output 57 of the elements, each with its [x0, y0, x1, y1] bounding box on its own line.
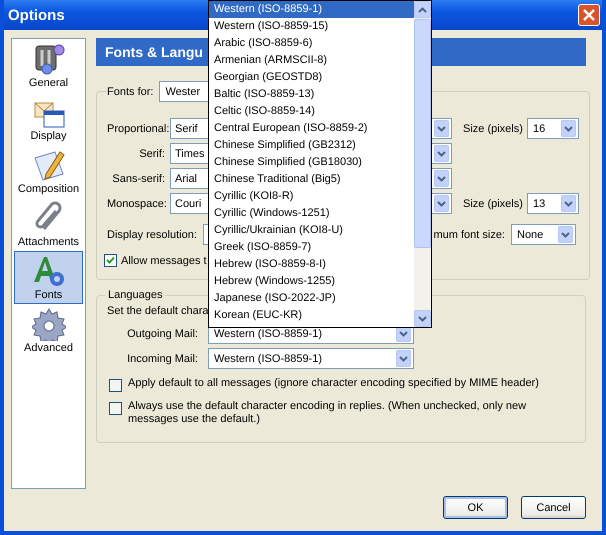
dropdown-option[interactable]: Korean (EUC-KR) [209, 307, 414, 324]
mail-encoding-label: Incoming Mail: [126, 352, 198, 364]
scrollbar[interactable] [414, 1, 431, 327]
font-type-label: Serif: [138, 148, 165, 160]
dropdown-option[interactable]: Celtic (ISO-8859-14) [209, 103, 414, 120]
checkbox-label: Apply default to all messages (ignore character encoding specified by MIME header) [128, 377, 539, 390]
mail-encoding-label: Outgoing Mail: [126, 328, 198, 340]
window-title: Options [8, 6, 65, 24]
display-resolution-label: Display resolution: [107, 228, 197, 240]
close-icon [583, 9, 595, 21]
dropdown-option[interactable]: Chinese Traditional (Big5) [209, 171, 414, 188]
checkbox-label: Always use the default character encoding in replies. (When unchecked, only new messages use the default.) [128, 400, 528, 426]
checkbox-label: Allow messages t [121, 254, 207, 266]
dropdown-option[interactable]: Japanese (ISO-2022-JP) [209, 290, 414, 307]
checkbox[interactable] [109, 402, 122, 415]
scroll-up-icon[interactable] [414, 1, 431, 18]
font-type-label: Sans-serif: [111, 172, 165, 184]
dropdown-option[interactable]: Chinese Simplified (GB18030) [209, 154, 414, 171]
gear-icon [32, 307, 66, 341]
checkbox[interactable] [104, 254, 117, 267]
dropdown-option[interactable]: Greek (ISO-8859-7) [209, 239, 414, 256]
scroll-down-icon[interactable] [414, 310, 431, 327]
fonts-for-label: Fonts for: [107, 86, 154, 98]
font-type-label: Monospace: [107, 198, 165, 210]
close-button[interactable] [578, 4, 600, 26]
size-label: Size (pixels) [463, 122, 524, 134]
dropdown-option[interactable]: Hebrew (ISO-8859-8-I) [209, 256, 414, 273]
group-title: Languages [108, 289, 162, 301]
dropdown-option[interactable]: Hebrew (Windows-1255) [209, 273, 414, 290]
checkbox[interactable] [109, 379, 122, 392]
ok-button[interactable]: OK [443, 496, 508, 519]
sidebar-item[interactable]: Advanced [14, 304, 83, 357]
dropdown-option[interactable]: Central European (ISO-8859-2) [209, 120, 414, 137]
dropdown-option[interactable]: Western (ISO-8859-15) [209, 18, 414, 35]
sidebar-item[interactable]: General [14, 39, 83, 92]
sidebar-item[interactable]: Composition [14, 145, 83, 198]
encoding-select[interactable]: Western (ISO-8859-1) [208, 348, 414, 369]
size-label: Size (pixels) [463, 198, 524, 210]
dropdown-option[interactable]: Cyrillic (KOI8-R) [209, 188, 414, 205]
scroll-thumb[interactable] [414, 19, 431, 248]
dropdown-option[interactable]: Cyrillic (Windows-1251) [209, 205, 414, 222]
cancel-button[interactable]: Cancel [521, 496, 586, 519]
dropdown-option[interactable]: Arabic (ISO-8859-6) [209, 35, 414, 52]
sidebar-item[interactable]: Fonts [14, 251, 83, 304]
dropdown-option[interactable]: Western (ISO-8859-1) [209, 1, 414, 18]
intro-text: Set the default chara [107, 305, 209, 317]
section-title: Fonts & Langu [105, 44, 203, 60]
dropdown-option[interactable]: Chinese Simplified (GB2312) [209, 137, 414, 154]
size-select[interactable]: 16 [527, 118, 579, 139]
sidebar-item[interactable]: Display [14, 92, 83, 145]
minimum-font-size-select[interactable]: None [511, 224, 576, 245]
font-letters-icon [32, 254, 66, 288]
dropdown-option[interactable]: Armenian (ARMSCII-8) [209, 52, 414, 69]
dropdown-option[interactable]: Cyrillic/Ukrainian (KOI8-U) [209, 222, 414, 239]
minimum-font-size-label: mum font size: [433, 228, 505, 240]
size-select[interactable]: 13 [527, 193, 579, 214]
sidebar-item[interactable]: Attachments [14, 198, 83, 251]
